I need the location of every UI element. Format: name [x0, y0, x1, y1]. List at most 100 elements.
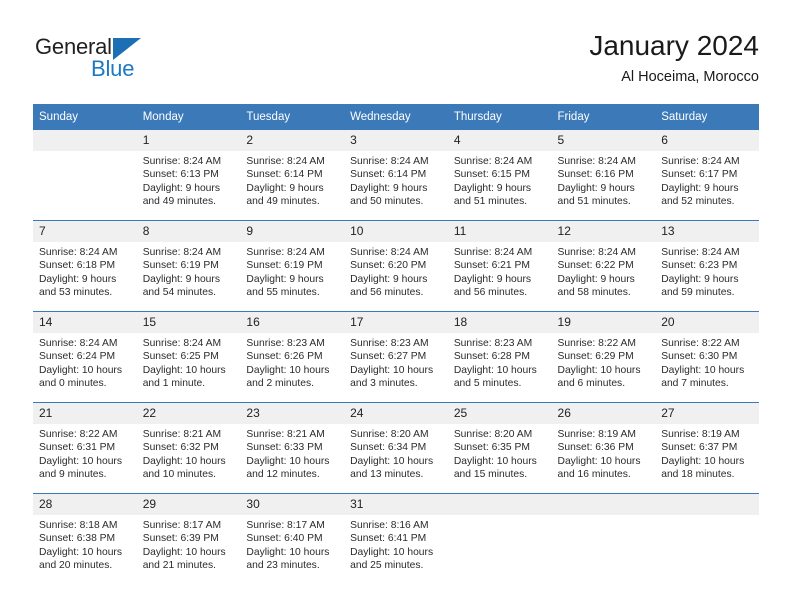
day-details: Sunrise: 8:23 AM Sunset: 6:26 PM Daylight:… [240, 333, 344, 390]
sunrise-text: Sunrise: 8:18 AM [39, 520, 118, 531]
day-number: 2 [240, 130, 345, 151]
sunset-text: Sunset: 6:22 PM [557, 260, 634, 272]
day-number [551, 494, 656, 515]
sunrise-text: Sunrise: 8:24 AM [246, 247, 325, 258]
sunrise-text: Sunrise: 8:16 AM [350, 520, 429, 531]
calendar-day-cell[interactable]: 13 Sunrise: 8:24 AM Sunset: 6:23 PM Dayligh… [655, 220, 759, 312]
sunset-text: Sunset: 6:27 PM [350, 351, 427, 363]
day-details: Sunrise: 8:22 AM Sunset: 6:30 PM Daylight:… [655, 333, 759, 390]
calendar-day-cell[interactable]: 2 Sunrise: 8:24 AM Sunset: 6:14 PM Daylight… [240, 130, 345, 221]
daylight-text: Daylight: 10 hours [350, 364, 434, 376]
day-number: 11 [447, 221, 552, 242]
calendar-day-cell[interactable]: 20 Sunrise: 8:22 AM Sunset: 6:30 PM Dayligh… [655, 311, 759, 403]
calendar-day-cell[interactable]: 9 Sunrise: 8:24 AM Sunset: 6:19 PM Daylight… [240, 220, 345, 312]
calendar-day-cell[interactable]: 3 Sunrise: 8:24 AM Sunset: 6:14 PM Daylight… [344, 130, 448, 221]
day-number: 18 [447, 312, 552, 333]
day-number: 10 [344, 221, 448, 242]
sunset-text: Sunset: 6:18 PM [39, 260, 116, 272]
day-number: 29 [136, 494, 241, 515]
day-details: Sunrise: 8:22 AM Sunset: 6:31 PM Daylight:… [33, 424, 137, 481]
daylight-text: and 49 minutes. [142, 195, 216, 207]
calendar-day-cell[interactable]: 17 Sunrise: 8:23 AM Sunset: 6:27 PM Dayligh… [344, 311, 448, 403]
day-details: Sunrise: 8:19 AM Sunset: 6:37 PM Daylight:… [655, 424, 759, 481]
day-number: 4 [447, 130, 552, 151]
calendar-day-cell[interactable]: 8 Sunrise: 8:24 AM Sunset: 6:19 PM Daylight… [136, 220, 241, 312]
day-details: Sunrise: 8:24 AM Sunset: 6:16 PM Daylight:… [552, 151, 656, 208]
day-details: Sunrise: 8:24 AM Sunset: 6:19 PM Daylight:… [240, 242, 344, 299]
calendar-day-cell[interactable]: 23 Sunrise: 8:21 AM Sunset: 6:33 PM Dayligh… [240, 402, 345, 494]
calendar-week-row: 7 Sunrise: 8:24 AM Sunset: 6:18 PM Daylight… [33, 220, 759, 312]
calendar-day-cell[interactable]: 29 Sunrise: 8:17 AM Sunset: 6:39 PM Dayligh… [136, 493, 241, 584]
sunset-text: Sunset: 6:31 PM [39, 442, 116, 454]
sunset-text: Sunset: 6:36 PM [557, 442, 634, 454]
weekday-header-friday: Friday [551, 104, 656, 130]
sunrise-text: Sunrise: 8:24 AM [453, 156, 533, 167]
sunset-text: Sunset: 6:24 PM [39, 351, 116, 363]
calendar-day-cell[interactable]: 5 Sunrise: 8:24 AM Sunset: 6:16 PM Daylight… [551, 130, 656, 221]
daylight-text: and 59 minutes. [661, 286, 735, 298]
day-number: 22 [136, 403, 241, 424]
sunset-text: Sunset: 6:13 PM [142, 169, 219, 181]
sunrise-text: Sunrise: 8:22 AM [39, 429, 118, 440]
day-number: 20 [655, 312, 759, 333]
daylight-text: Daylight: 9 hours [350, 273, 428, 285]
calendar-day-cell[interactable]: 1 Sunrise: 8:24 AM Sunset: 6:13 PM Daylight… [136, 130, 241, 221]
calendar-day-cell[interactable]: 25 Sunrise: 8:20 AM Sunset: 6:35 PM Dayligh… [447, 402, 552, 494]
sunset-text: Sunset: 6:21 PM [453, 260, 530, 272]
day-details: Sunrise: 8:24 AM Sunset: 6:14 PM Daylight:… [344, 151, 448, 208]
sunrise-text: Sunrise: 8:19 AM [557, 429, 636, 440]
sunrise-text: Sunrise: 8:24 AM [557, 156, 636, 167]
day-details: Sunrise: 8:24 AM Sunset: 6:13 PM Daylight:… [137, 151, 241, 208]
day-number: 1 [136, 130, 241, 151]
day-details: Sunrise: 8:23 AM Sunset: 6:28 PM Daylight:… [448, 333, 552, 390]
calendar-week-row: 28 Sunrise: 8:18 AM Sunset: 6:38 PM Dayligh… [33, 493, 759, 584]
weekday-header-tuesday: Tuesday [240, 104, 345, 130]
calendar-day-cell[interactable]: 21 Sunrise: 8:22 AM Sunset: 6:31 PM Dayligh… [33, 402, 137, 494]
day-number: 21 [33, 403, 137, 424]
calendar-day-cell[interactable]: 26 Sunrise: 8:19 AM Sunset: 6:36 PM Dayligh… [551, 402, 656, 494]
daylight-text: and 0 minutes. [39, 377, 107, 389]
sunset-text: Sunset: 6:28 PM [453, 351, 530, 363]
calendar-day-cell[interactable]: 19 Sunrise: 8:22 AM Sunset: 6:29 PM Dayligh… [551, 311, 656, 403]
daylight-text: Daylight: 9 hours [142, 273, 220, 285]
sunrise-text: Sunrise: 8:24 AM [142, 156, 222, 167]
weekday-header-sunday: Sunday [33, 104, 137, 130]
daylight-text: Daylight: 9 hours [39, 273, 117, 285]
daylight-text: and 25 minutes. [350, 559, 424, 571]
calendar-day-cell[interactable]: 22 Sunrise: 8:21 AM Sunset: 6:32 PM Dayligh… [136, 402, 241, 494]
calendar-day-cell[interactable]: 12 Sunrise: 8:24 AM Sunset: 6:22 PM Dayligh… [551, 220, 656, 312]
day-number [33, 130, 137, 151]
calendar-day-cell[interactable]: 6 Sunrise: 8:24 AM Sunset: 6:17 PM Daylight… [655, 130, 759, 221]
daylight-text: and 3 minutes. [350, 377, 418, 389]
calendar-week-row: 21 Sunrise: 8:22 AM Sunset: 6:31 PM Dayligh… [33, 402, 759, 494]
sunset-text: Sunset: 6:35 PM [453, 442, 530, 454]
page-header: General Blue January 2024 Al Hoceima, Mo… [33, 28, 759, 98]
calendar-day-cell[interactable]: 30 Sunrise: 8:17 AM Sunset: 6:40 PM Dayligh… [240, 493, 345, 584]
calendar-day-cell[interactable]: 4 Sunrise: 8:24 AM Sunset: 6:15 PM Daylight… [447, 130, 552, 221]
calendar-day-cell[interactable]: 18 Sunrise: 8:23 AM Sunset: 6:28 PM Dayligh… [447, 311, 552, 403]
calendar-day-cell[interactable]: 27 Sunrise: 8:19 AM Sunset: 6:37 PM Dayligh… [655, 402, 759, 494]
sunrise-text: Sunrise: 8:17 AM [246, 520, 325, 531]
day-number: 15 [136, 312, 241, 333]
sunset-text: Sunset: 6:29 PM [557, 351, 634, 363]
calendar-day-cell[interactable]: 7 Sunrise: 8:24 AM Sunset: 6:18 PM Daylight… [33, 220, 137, 312]
sunrise-text: Sunrise: 8:24 AM [350, 247, 429, 258]
day-details: Sunrise: 8:23 AM Sunset: 6:27 PM Daylight:… [344, 333, 448, 390]
calendar-day-cell[interactable]: 28 Sunrise: 8:18 AM Sunset: 6:38 PM Dayligh… [33, 493, 137, 584]
calendar-day-cell[interactable]: 24 Sunrise: 8:20 AM Sunset: 6:34 PM Dayligh… [344, 402, 448, 494]
calendar-day-cell[interactable]: 10 Sunrise: 8:24 AM Sunset: 6:20 PM Dayligh… [344, 220, 448, 312]
calendar-day-cell[interactable]: 15 Sunrise: 8:24 AM Sunset: 6:25 PM Dayligh… [136, 311, 241, 403]
calendar-day-cell[interactable]: 31 Sunrise: 8:16 AM Sunset: 6:41 PM Dayligh… [344, 493, 448, 584]
sunset-text: Sunset: 6:26 PM [246, 351, 323, 363]
daylight-text: and 18 minutes. [661, 468, 735, 480]
sunset-text: Sunset: 6:15 PM [453, 169, 530, 181]
daylight-text: Daylight: 10 hours [661, 364, 745, 376]
daylight-text: and 58 minutes. [557, 286, 631, 298]
daylight-text: and 13 minutes. [350, 468, 424, 480]
daylight-text: and 16 minutes. [557, 468, 631, 480]
calendar-day-cell[interactable]: 11 Sunrise: 8:24 AM Sunset: 6:21 PM Dayligh… [447, 220, 552, 312]
sunrise-text: Sunrise: 8:17 AM [142, 520, 222, 531]
calendar-day-cell[interactable]: 14 Sunrise: 8:24 AM Sunset: 6:24 PM Dayligh… [33, 311, 137, 403]
daylight-text: and 12 minutes. [246, 468, 320, 480]
calendar-day-cell[interactable]: 16 Sunrise: 8:23 AM Sunset: 6:26 PM Dayligh… [240, 311, 345, 403]
